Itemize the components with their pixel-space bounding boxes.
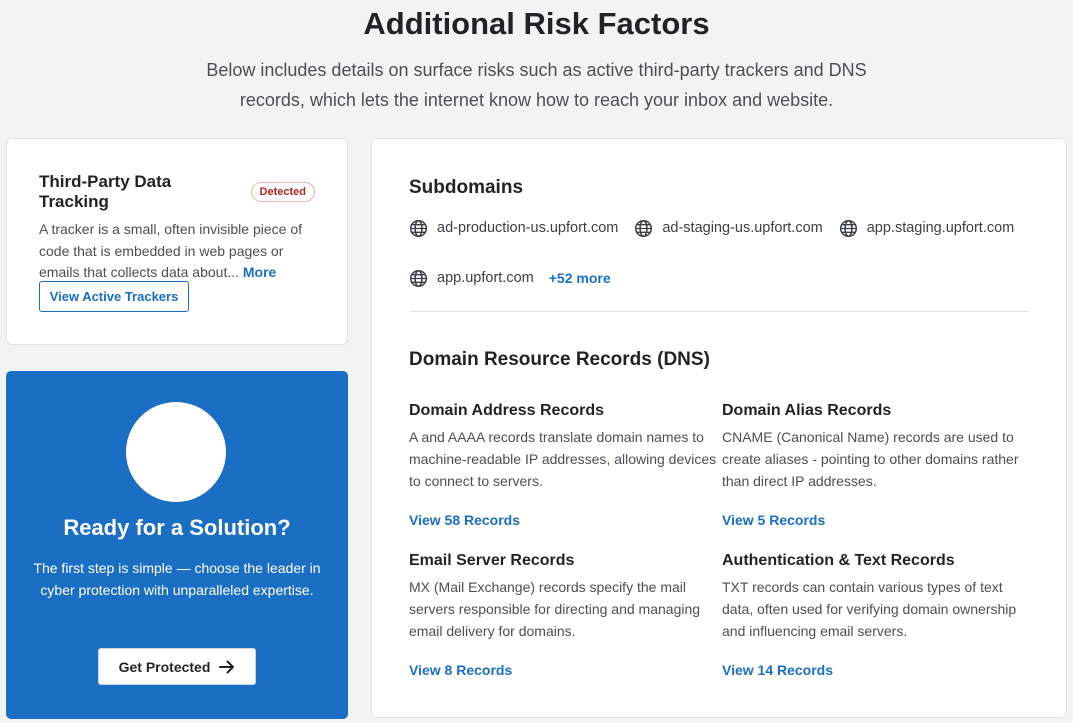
globe-icon: [409, 269, 428, 288]
dns-record-description: TXT records can contain various types of…: [722, 579, 1017, 639]
section-divider: [409, 311, 1029, 312]
view-records-link[interactable]: View 8 Records: [409, 662, 512, 678]
risk-details-card: Subdomains ad-production-us.upfort.com ad…: [371, 138, 1067, 718]
dns-record-description: CNAME (Canonical Name) records are used …: [722, 429, 1019, 489]
dns-record-title: Domain Alias Records: [722, 402, 892, 419]
tracking-description: A tracker is a small, often invisible pi…: [39, 219, 315, 284]
arrow-right-icon: [219, 660, 235, 673]
solution-description: The first step is simple — choose the le…: [33, 560, 321, 598]
dns-title: Domain Resource Records (DNS): [409, 349, 710, 370]
view-records-link[interactable]: View 5 Records: [722, 512, 825, 528]
subdomain-list: ad-production-us.upfort.com ad-staging-us…: [409, 217, 1039, 289]
third-party-tracking-card: Third-Party Data Tracking Detected A tra…: [6, 138, 348, 345]
more-link[interactable]: More: [243, 264, 276, 280]
tracking-header: Third-Party Data Tracking Detected: [39, 172, 315, 212]
subdomain-item: ad-staging-us.upfort.com: [634, 217, 823, 239]
solution-card: Ready for a Solution? The first step is …: [6, 371, 348, 719]
dns-record-description: MX (Mail Exchange) records specify the m…: [409, 579, 701, 639]
dns-records-grid: Domain Address Records A and AAAA records…: [409, 402, 1049, 680]
globe-icon: [409, 219, 428, 238]
dns-record-title: Email Server Records: [409, 552, 575, 569]
dns-record-item: Domain Address Records A and AAAA records…: [409, 402, 722, 530]
dns-record-item: Authentication & Text Records TXT records…: [722, 552, 1035, 680]
detected-badge: Detected: [250, 182, 315, 202]
subdomain-label: app.staging.upfort.com: [866, 220, 1015, 236]
globe-icon: [634, 219, 653, 238]
subdomain-item: ad-production-us.upfort.com: [409, 217, 618, 239]
page-subtitle: Below includes details on surface risks …: [206, 60, 867, 110]
dns-record-item: Email Server Records MX (Mail Exchange) r…: [409, 552, 722, 680]
globe-icon: [839, 219, 858, 238]
dns-record-title: Domain Address Records: [409, 402, 605, 419]
tracking-title: Third-Party Data Tracking: [39, 172, 172, 211]
dns-record-title: Authentication & Text Records: [722, 552, 955, 569]
subdomain-label: ad-production-us.upfort.com: [437, 220, 619, 236]
solution-title: Ready for a Solution?: [63, 515, 291, 540]
view-records-link[interactable]: View 14 Records: [722, 662, 833, 678]
more-subdomains-link[interactable]: +52 more: [549, 270, 611, 286]
subdomain-item: app.upfort.com: [409, 267, 534, 289]
dns-record-item: Domain Alias Records CNAME (Canonical Nam…: [722, 402, 1035, 530]
get-protected-button[interactable]: Get Protected: [98, 648, 256, 685]
solution-image: [126, 402, 226, 502]
page-title: Additional Risk Factors: [363, 6, 710, 41]
subdomain-label: ad-staging-us.upfort.com: [662, 220, 823, 236]
view-active-trackers-button[interactable]: View Active Trackers: [39, 281, 189, 312]
view-records-link[interactable]: View 58 Records: [409, 512, 520, 528]
subdomain-label: app.upfort.com: [437, 270, 534, 286]
dns-record-description: A and AAAA records translate domain name…: [409, 429, 717, 489]
subdomains-title: Subdomains: [409, 177, 524, 198]
subdomain-item: app.staging.upfort.com: [839, 217, 1015, 239]
get-protected-label: Get Protected: [118, 658, 211, 675]
